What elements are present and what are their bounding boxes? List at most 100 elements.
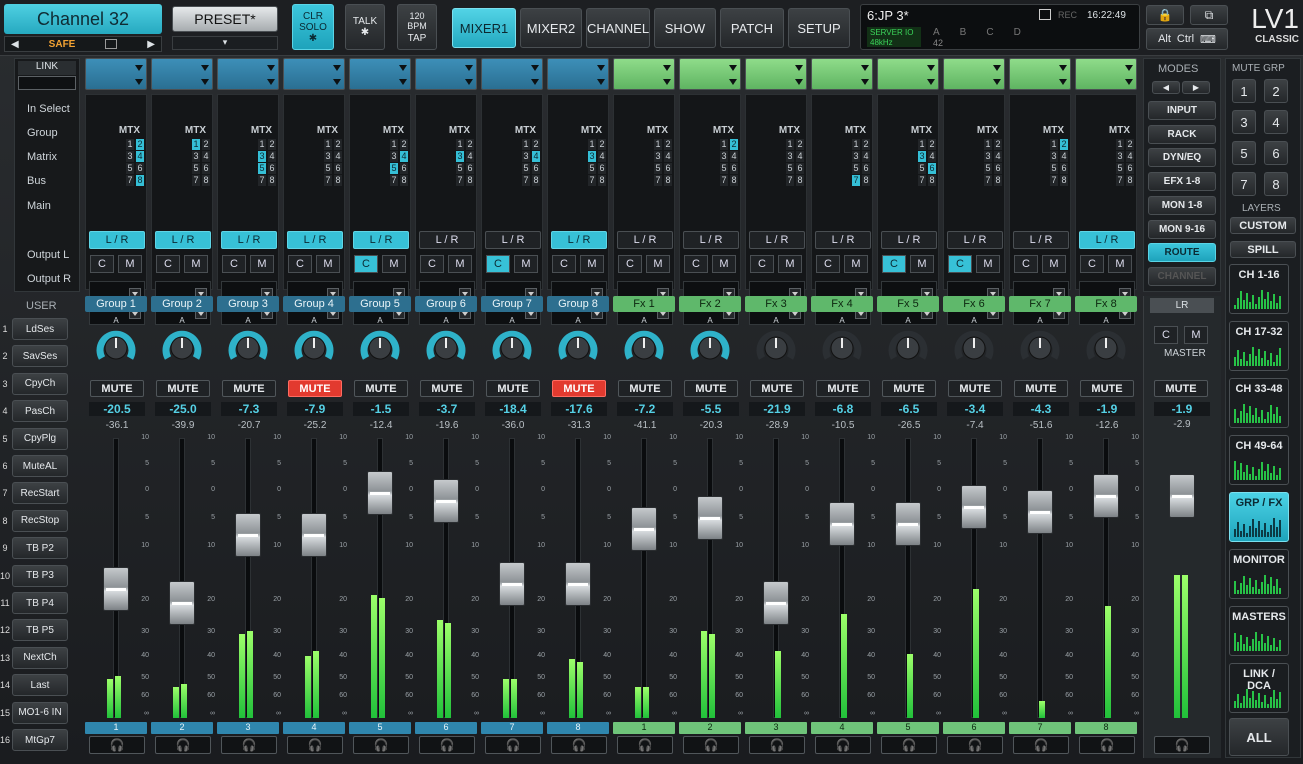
ctrl-button[interactable]: Ctrl: [1177, 33, 1194, 45]
matrix-send-1[interactable]: 1: [456, 139, 464, 150]
safe-label[interactable]: SAFE: [49, 39, 76, 50]
pan-knob[interactable]: [822, 328, 862, 368]
user-key-button[interactable]: TB P5: [12, 619, 68, 642]
mode-button[interactable]: MON 1-8: [1148, 195, 1216, 215]
main-c-button[interactable]: C: [354, 255, 378, 273]
main-m-button[interactable]: M: [448, 255, 472, 273]
main-m-button[interactable]: M: [316, 255, 340, 273]
strip-name[interactable]: Fx 7: [1009, 296, 1071, 312]
matrix-send-6[interactable]: 6: [532, 163, 540, 174]
matrix-send-6[interactable]: 6: [334, 163, 342, 174]
main-m-button[interactable]: M: [1042, 255, 1066, 273]
matrix-send-4[interactable]: 4: [1060, 151, 1068, 162]
matrix-send-8[interactable]: 8: [466, 175, 474, 186]
matrix-send-6[interactable]: 6: [730, 163, 738, 174]
matrix-send-7[interactable]: 7: [192, 175, 200, 186]
matrix-send-6[interactable]: 6: [400, 163, 408, 174]
fader-cap[interactable]: [235, 512, 261, 557]
input-select-dropdown[interactable]: [415, 58, 477, 90]
matrix-send-8[interactable]: 8: [796, 175, 804, 186]
strip-name[interactable]: Group 4: [283, 296, 345, 312]
strip-name[interactable]: Fx 1: [613, 296, 675, 312]
main-lr-button[interactable]: L / R: [89, 231, 145, 249]
matrix-send-3[interactable]: 3: [852, 151, 860, 162]
matrix-send-1[interactable]: 1: [390, 139, 398, 150]
master-headphone-button[interactable]: 🎧: [1154, 736, 1210, 754]
mute-button[interactable]: MUTE: [354, 380, 408, 397]
matrix-send-4[interactable]: 4: [532, 151, 540, 162]
strip-name[interactable]: Group 6: [415, 296, 477, 312]
strip-name[interactable]: Fx 5: [877, 296, 939, 312]
fader-cap[interactable]: [631, 507, 657, 552]
mute-group-button-5[interactable]: 5: [1232, 141, 1256, 165]
matrix-send-6[interactable]: 6: [994, 163, 1002, 174]
main-m-button[interactable]: M: [910, 255, 934, 273]
matrix-send-2[interactable]: 2: [928, 139, 936, 150]
matrix-send-8[interactable]: 8: [202, 175, 210, 186]
mute-button[interactable]: MUTE: [816, 380, 870, 397]
mute-button[interactable]: MUTE: [288, 380, 342, 397]
headphone-cue-button[interactable]: 🎧: [287, 736, 343, 754]
strip-name[interactable]: Group 2: [151, 296, 213, 312]
pan-knob[interactable]: [1020, 328, 1060, 368]
strip-name[interactable]: Fx 3: [745, 296, 807, 312]
matrix-send-4[interactable]: 4: [334, 151, 342, 162]
matrix-send-8[interactable]: 8: [1126, 175, 1134, 186]
matrix-send-5[interactable]: 5: [918, 163, 926, 174]
fader-cap[interactable]: [1027, 490, 1053, 535]
matrix-send-3[interactable]: 3: [918, 151, 926, 162]
matrix-send-8[interactable]: 8: [730, 175, 738, 186]
headphone-cue-button[interactable]: 🎧: [617, 736, 673, 754]
headphone-cue-button[interactable]: 🎧: [1013, 736, 1069, 754]
matrix-send-1[interactable]: 1: [588, 139, 596, 150]
matrix-send-7[interactable]: 7: [720, 175, 728, 186]
mute-button[interactable]: MUTE: [1080, 380, 1134, 397]
matrix-send-7[interactable]: 7: [522, 175, 530, 186]
link-dropdown[interactable]: [18, 76, 76, 90]
matrix-send-7[interactable]: 7: [1050, 175, 1058, 186]
main-m-button[interactable]: M: [184, 255, 208, 273]
matrix-send-8[interactable]: 8: [928, 175, 936, 186]
matrix-send-1[interactable]: 1: [984, 139, 992, 150]
matrix-send-3[interactable]: 3: [258, 151, 266, 162]
matrix-send-6[interactable]: 6: [1060, 163, 1068, 174]
matrix-send-2[interactable]: 2: [268, 139, 276, 150]
layer-button[interactable]: CH 1-16: [1229, 264, 1289, 314]
clear-solo-button[interactable]: CLR SOLO ✱: [292, 4, 334, 50]
next-channel-icon[interactable]: ▶: [147, 39, 155, 50]
matrix-send-8[interactable]: 8: [400, 175, 408, 186]
main-c-button[interactable]: C: [222, 255, 246, 273]
matrix-send-3[interactable]: 3: [720, 151, 728, 162]
user-key-button[interactable]: CpyCh: [12, 372, 68, 395]
mute-button[interactable]: MUTE: [222, 380, 276, 397]
matrix-send-5[interactable]: 5: [390, 163, 398, 174]
mode-next-button[interactable]: ▶: [1182, 81, 1210, 94]
all-layers-button[interactable]: ALL: [1229, 718, 1289, 756]
matrix-send-4[interactable]: 4: [1126, 151, 1134, 162]
main-c-button[interactable]: C: [684, 255, 708, 273]
strip-name[interactable]: Group 8: [547, 296, 609, 312]
main-c-button[interactable]: C: [750, 255, 774, 273]
mute-button[interactable]: MUTE: [882, 380, 936, 397]
matrix-send-4[interactable]: 4: [466, 151, 474, 162]
user-key-button[interactable]: TB P2: [12, 537, 68, 560]
user-key-button[interactable]: NextCh: [12, 646, 68, 669]
tab-mixer1[interactable]: MIXER1: [452, 8, 516, 48]
matrix-send-1[interactable]: 1: [258, 139, 266, 150]
matrix-send-3[interactable]: 3: [324, 151, 332, 162]
mode-button[interactable]: EFX 1-8: [1148, 172, 1216, 192]
matrix-send-6[interactable]: 6: [664, 163, 672, 174]
matrix-send-4[interactable]: 4: [862, 151, 870, 162]
headphone-cue-button[interactable]: 🎧: [419, 736, 475, 754]
matrix-send-4[interactable]: 4: [730, 151, 738, 162]
main-c-button[interactable]: C: [882, 255, 906, 273]
fader-cap[interactable]: [301, 512, 327, 557]
main-lr-button[interactable]: L / R: [551, 231, 607, 249]
user-key-button[interactable]: CpyPlg: [12, 427, 68, 450]
matrix-send-3[interactable]: 3: [126, 151, 134, 162]
matrix-send-1[interactable]: 1: [654, 139, 662, 150]
matrix-send-2[interactable]: 2: [334, 139, 342, 150]
matrix-send-2[interactable]: 2: [994, 139, 1002, 150]
matrix-send-3[interactable]: 3: [456, 151, 464, 162]
headphone-cue-button[interactable]: 🎧: [683, 736, 739, 754]
